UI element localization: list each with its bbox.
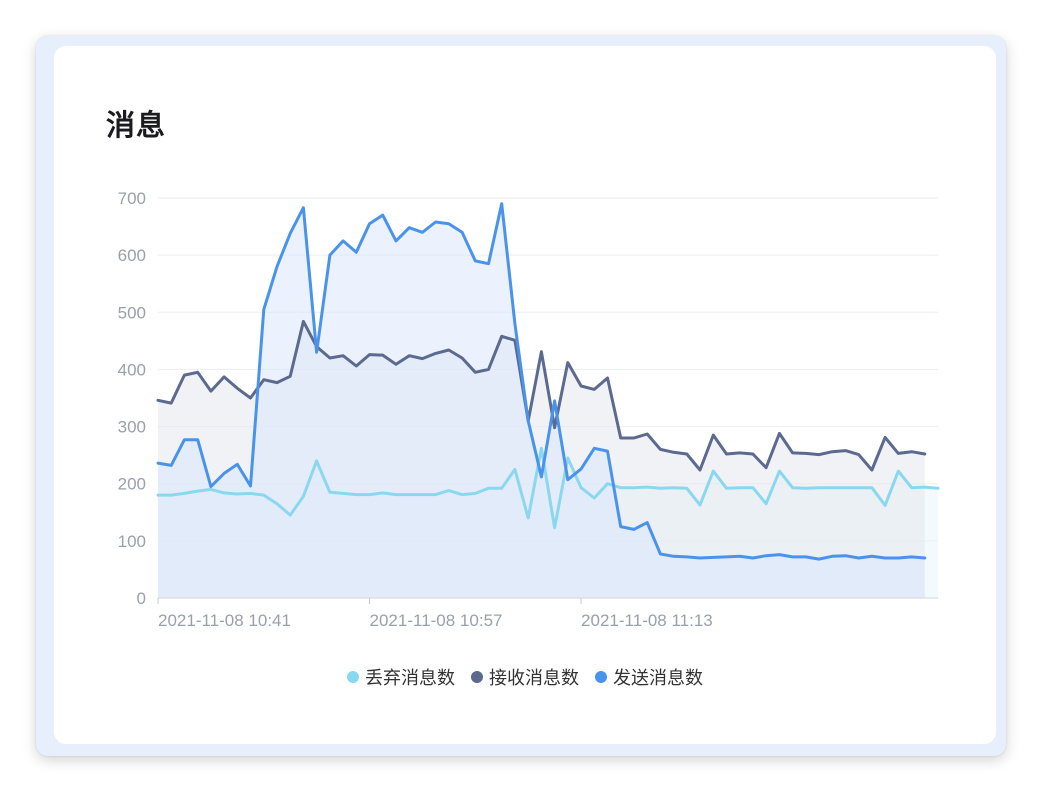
legend-dot-icon: [347, 671, 359, 683]
chart-legend: 丢弃消息数 接收消息数 发送消息数: [54, 664, 996, 690]
y-tick-label: 300: [118, 418, 146, 437]
legend-label: 丢弃消息数: [365, 668, 455, 689]
x-tick-label: 2021-11-08 10:57: [370, 611, 503, 630]
legend-item-0[interactable]: 丢弃消息数: [347, 664, 455, 690]
legend-label: 接收消息数: [489, 668, 579, 689]
chart-card: 消息 0 100 200 300 400 500 600 700 2021-11-08 10:4…: [54, 46, 996, 744]
y-tick-label: 0: [137, 589, 146, 608]
legend-dot-icon: [595, 671, 607, 683]
y-tick-label: 600: [118, 246, 146, 265]
window-frame: 消息 0 100 200 300 400 500 600 700 2021-11-08 10:4…: [36, 36, 1006, 756]
legend-item-1[interactable]: 接收消息数: [471, 664, 579, 690]
legend-dot-icon: [471, 671, 483, 683]
y-tick-label: 500: [118, 303, 146, 322]
x-tick-label: 2021-11-08 10:41: [158, 611, 291, 630]
x-tick-label: 2021-11-08 11:13: [581, 611, 713, 630]
y-tick-label: 400: [118, 360, 146, 379]
y-tick-label: 200: [118, 475, 146, 494]
y-tick-label: 100: [118, 532, 146, 551]
message-line-chart: 0 100 200 300 400 500 600 700 2021-11-08 10:41 20…: [118, 189, 940, 630]
legend-item-2[interactable]: 发送消息数: [595, 664, 703, 690]
y-tick-label: 700: [118, 189, 146, 208]
legend-label: 发送消息数: [613, 668, 703, 689]
